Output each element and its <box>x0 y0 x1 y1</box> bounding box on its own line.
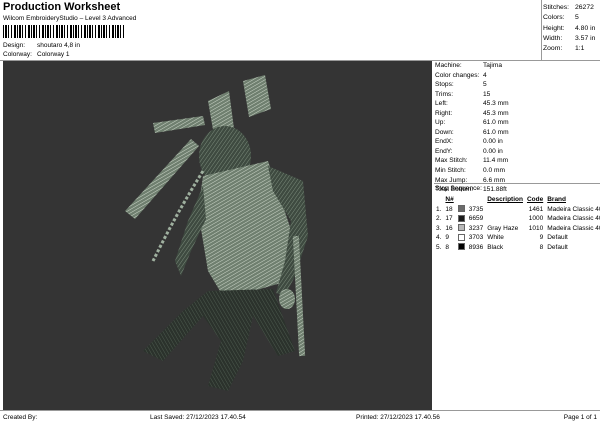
thread-count: 8 <box>539 243 544 251</box>
thread-color-swatch <box>457 214 465 222</box>
stop-number: 2. <box>436 215 442 222</box>
embroidery-figure <box>125 75 308 391</box>
stop-sequence-title: Stop Sequence: <box>435 185 482 192</box>
info-row: Stops: 5 <box>435 81 487 89</box>
stat-zoom: Zoom: 1:1 <box>543 45 585 53</box>
color-swatch <box>456 243 467 253</box>
design-value: shoutaro 4,8 in <box>37 42 81 49</box>
stop-sequence-divider <box>434 183 600 184</box>
info-row: Up: 61.0 mm <box>435 119 509 127</box>
thread-n: 17 <box>445 215 453 222</box>
table-row: 5. 8 8936 Black 8 Default <box>434 243 600 253</box>
col-description: Description <box>487 196 523 203</box>
design-label: Design: <box>3 42 26 49</box>
info-row: Left: 45.3 mm <box>435 100 509 108</box>
colorway-row: Colorway: Colorway 1 <box>3 51 70 58</box>
last-saved: Last Saved: 27/12/2023 17.40.54 <box>150 414 246 421</box>
color-swatch <box>456 214 467 224</box>
thread-description: Black <box>487 243 504 251</box>
stat-colors: Colors: 5 <box>543 14 579 22</box>
thread-n: 8 <box>445 243 450 251</box>
info-row: Max Stitch: 11.4 mm <box>435 157 509 165</box>
footer: Created By: Last Saved: 27/12/2023 17.40… <box>0 410 600 425</box>
design-row: Design: shoutaro 4,8 in <box>3 42 80 49</box>
thread-color-swatch <box>457 243 465 251</box>
barcode <box>3 25 125 38</box>
thread-brand: Default <box>547 243 568 251</box>
table-header-row: N# Description Code Brand <box>434 195 600 205</box>
thread-color-swatch <box>457 233 465 241</box>
created-by: Created By: <box>3 414 38 421</box>
stop-number: 4. <box>436 234 442 241</box>
page-title: Production Worksheet <box>3 1 121 13</box>
thread-brand: Madeira Classic 40 <box>547 215 600 222</box>
thread-code-number: 3237 <box>468 224 484 232</box>
thread-code-number: 8936 <box>468 243 484 251</box>
thread-count: 1000 <box>528 215 544 222</box>
stat-height: Height: 4.80 in <box>543 24 596 32</box>
table-row: 1. 18 3735 1461 Madeira Classic 40 <box>434 205 600 215</box>
info-row: Right: 45.3 mm <box>435 109 509 117</box>
col-code: Code <box>526 196 544 203</box>
stop-sequence-table: N# Description Code Brand 1. 18 3735 1461 Ma… <box>434 195 600 252</box>
stat-stitches: Stitches: 26272 <box>543 4 594 11</box>
thread-code-number: 3735 <box>468 205 484 213</box>
thread-description: Gray Haze <box>487 224 519 232</box>
info-row: Machine: Tajima <box>435 62 503 69</box>
thread-count: 1461 <box>528 205 544 213</box>
table-row: 3. 16 3237 Gray Haze 1010 Madeira Classic 40 <box>434 224 600 234</box>
stop-number: 3. <box>436 224 442 232</box>
thread-brand: Madeira Classic 40 <box>547 205 600 213</box>
thread-count: 9 <box>539 234 544 241</box>
table-row: 4. 9 3703 White 9 Default <box>434 233 600 243</box>
thread-description: White <box>487 234 504 241</box>
info-row: Color changes: 4 <box>435 71 487 79</box>
thread-count: 1010 <box>528 224 544 232</box>
stats-panel: Stitches: 26272 Colors: 5 Height: 4.80 in W… <box>543 3 595 54</box>
color-swatch <box>456 205 467 215</box>
thread-description <box>485 214 525 224</box>
stop-number: 1. <box>436 205 442 213</box>
thread-n: 16 <box>445 224 453 232</box>
stop-number: 5. <box>436 243 442 251</box>
thread-description <box>485 205 525 215</box>
stat-width: Width: 3.57 in <box>543 34 596 42</box>
col-brand: Brand <box>547 196 566 203</box>
info-row: EndX: 0.00 in <box>435 138 503 146</box>
color-swatch <box>456 224 467 234</box>
info-row: Trims: 15 <box>435 90 491 98</box>
info-row: Down: 61.0 mm <box>435 128 509 136</box>
software-subtitle: Wilcom EmbroideryStudio – Level 3 Advanc… <box>3 15 137 22</box>
info-row: Min Stitch: 0.0 mm <box>435 167 505 175</box>
printed-date: Printed: 27/12/2023 17.40.56 <box>356 414 440 421</box>
page-number: Page 1 of 1 <box>563 414 597 421</box>
col-n: N# <box>445 196 454 203</box>
thread-n: 18 <box>445 205 453 213</box>
thread-code-number: 6659 <box>468 215 484 222</box>
stats-divider <box>541 0 542 61</box>
color-swatch <box>456 233 467 243</box>
machine-info: Machine: Tajima Color changes: 4 Stops: 5 T… <box>435 61 509 195</box>
colorway-label: Colorway: <box>3 51 32 58</box>
table-row: 2. 17 6659 1000 Madeira Classic 40 <box>434 214 600 224</box>
thread-color-swatch <box>457 224 465 232</box>
colorway-value: Colorway 1 <box>37 51 70 58</box>
thread-n: 9 <box>445 234 450 241</box>
info-row: EndY: 0.00 in <box>435 147 503 155</box>
thread-brand: Madeira Classic 40 <box>547 224 600 232</box>
thread-code-number: 3703 <box>468 234 484 241</box>
thread-color-swatch <box>457 205 465 213</box>
design-preview <box>3 61 432 410</box>
thread-brand: Default <box>547 234 568 241</box>
